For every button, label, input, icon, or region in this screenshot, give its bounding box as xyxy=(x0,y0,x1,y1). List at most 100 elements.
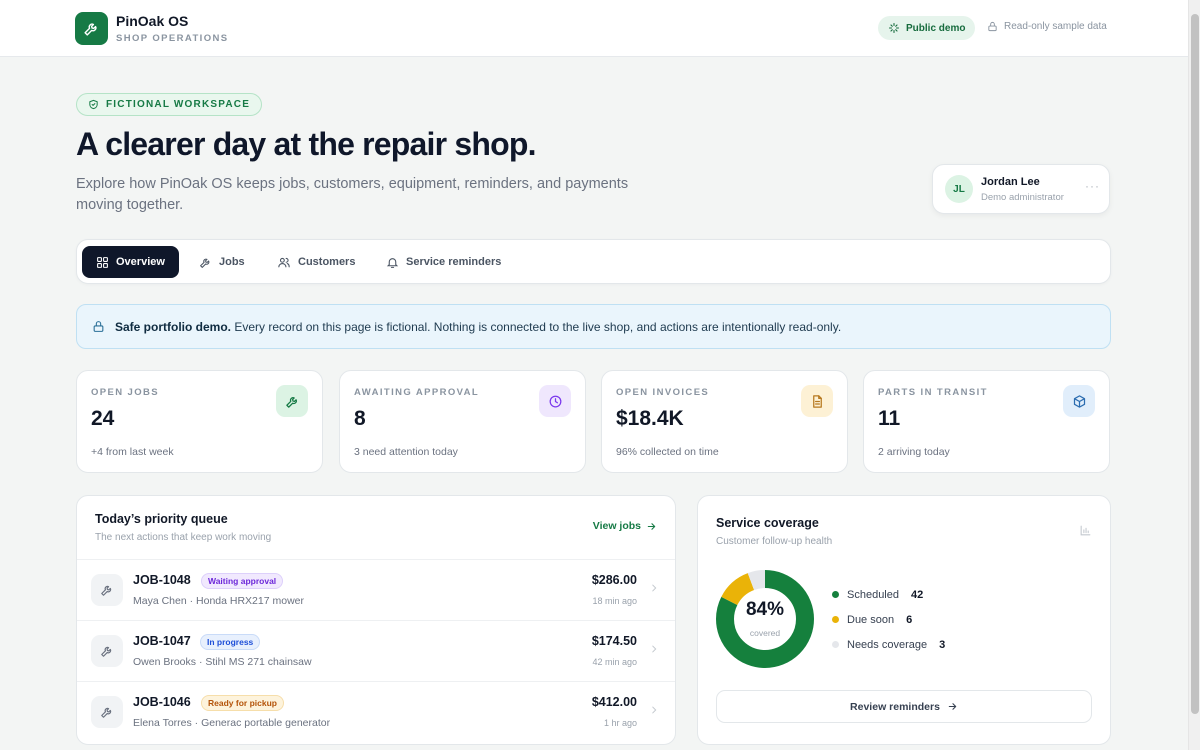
chevron-right-icon xyxy=(652,584,657,592)
queue-title: Today’s priority queue xyxy=(95,512,228,526)
table-row[interactable]: JOB-1048 Waiting approval Maya Chen · Ho… xyxy=(77,559,675,620)
coverage-caption: covered xyxy=(749,628,781,638)
stat-icon-container xyxy=(539,385,571,417)
page-subtitle: Explore how PinOak OS keeps jobs, custom… xyxy=(76,176,629,213)
document-icon xyxy=(812,394,822,408)
stat-note: 3 need attention today xyxy=(354,446,458,458)
demo-notice-banner: Safe portfolio demo. Every record on thi… xyxy=(76,304,1111,349)
job-amount: $174.50 xyxy=(591,634,637,648)
tab-jobs-label: Jobs xyxy=(219,256,245,268)
user-role: Demo administrator xyxy=(981,192,1064,203)
job-id: JOB-1047 xyxy=(133,634,191,648)
user-card[interactable]: JL Jordan Lee Demo administrator ··· xyxy=(932,164,1110,214)
job-time: 42 min ago xyxy=(592,657,637,667)
more-options-icon[interactable]: ··· xyxy=(1085,179,1100,193)
page-scrollbar[interactable] xyxy=(1188,0,1200,750)
arrow-right-icon xyxy=(647,522,656,530)
legend-dot xyxy=(832,616,839,623)
tab-overview[interactable]: Overview xyxy=(82,246,179,278)
job-id: JOB-1048 xyxy=(133,573,191,587)
stat-icon-container xyxy=(1063,385,1095,417)
stat-value: 24 xyxy=(91,407,115,430)
stat-card-open-jobs[interactable]: OPEN JOBS 24 +4 from last week xyxy=(76,370,323,473)
sparkle-icon xyxy=(888,22,900,34)
page-title: A clearer day at the repair shop. xyxy=(76,126,537,162)
grid-icon xyxy=(97,256,108,268)
tab-service-reminders[interactable]: Service reminders xyxy=(372,246,515,278)
package-icon xyxy=(1073,394,1085,408)
legend-dot xyxy=(832,641,839,648)
legend-count: 3 xyxy=(939,638,946,651)
legend-label: Scheduled xyxy=(847,588,899,601)
status-badge: In progress xyxy=(200,634,261,650)
queue-subtitle: The next actions that keep work moving xyxy=(95,532,272,543)
job-description: Elena Torres · Generac portable generato… xyxy=(133,717,331,729)
view-jobs-label: View jobs xyxy=(592,520,641,532)
table-row[interactable]: JOB-1046 Ready for pickup Elena Torres ·… xyxy=(77,681,675,742)
stat-label: AWAITING APPROVAL xyxy=(354,387,480,398)
notice-body: Every record on this page is fictional. … xyxy=(234,319,842,334)
coverage-subtitle: Customer follow-up health xyxy=(716,536,833,547)
chevron-right-icon xyxy=(652,706,657,714)
stat-value: 11 xyxy=(878,407,901,430)
job-amount: $286.00 xyxy=(591,573,637,587)
legend-count: 6 xyxy=(906,613,913,626)
job-description: Maya Chen · Honda HRX217 mower xyxy=(133,595,304,607)
user-name: Jordan Lee xyxy=(981,176,1040,188)
bar-chart-icon[interactable] xyxy=(1079,524,1092,537)
stat-card-awaiting-approval[interactable]: AWAITING APPROVAL 8 3 need attention tod… xyxy=(339,370,586,473)
public-demo-label: Public demo xyxy=(906,22,966,34)
chevron-right-icon xyxy=(652,645,657,653)
stat-note: 96% collected on time xyxy=(616,446,719,458)
brand-subtitle: SHOP OPERATIONS xyxy=(116,33,229,44)
wrench-icon xyxy=(101,646,112,657)
review-reminders-button[interactable]: Review reminders xyxy=(716,690,1092,723)
stat-note: 2 arriving today xyxy=(878,446,950,458)
tab-customers-label: Customers xyxy=(298,256,356,268)
job-time: 1 hr ago xyxy=(603,718,637,728)
scrollbar-thumb[interactable] xyxy=(1191,14,1199,714)
clock-icon xyxy=(549,395,561,407)
legend-count: 42 xyxy=(911,588,924,601)
read-only-indicator: Read-only sample data xyxy=(987,21,1107,32)
read-only-label: Read-only sample data xyxy=(1004,21,1107,32)
job-description: Owen Brooks · Stihl MS 271 chainsaw xyxy=(133,656,312,668)
table-row[interactable]: JOB-1047 In progress Owen Brooks · Stihl… xyxy=(77,620,675,681)
legend-label: Due soon xyxy=(847,613,895,626)
tab-service-reminders-label: Service reminders xyxy=(406,256,502,268)
tab-bar: Overview Jobs Customers Service reminder… xyxy=(76,239,1111,284)
fictional-workspace-badge: FICTIONAL WORKSPACE xyxy=(76,93,263,116)
job-time: 18 min ago xyxy=(592,596,637,606)
tab-jobs[interactable]: Jobs xyxy=(185,246,259,278)
lock-icon xyxy=(93,321,104,332)
stat-label: PARTS IN TRANSIT xyxy=(878,387,988,398)
row-icon-container xyxy=(91,574,123,606)
stat-label: OPEN INVOICES xyxy=(616,387,710,398)
tab-overview-label: Overview xyxy=(116,256,165,268)
legend-item-needs-coverage: Needs coverage 3 xyxy=(832,632,945,657)
shield-check-icon xyxy=(89,99,98,110)
public-demo-pill: Public demo xyxy=(878,16,976,40)
arrow-right-icon xyxy=(948,703,957,710)
job-id: JOB-1046 xyxy=(133,695,191,709)
service-coverage-panel: Service coverage Customer follow-up heal… xyxy=(697,495,1111,745)
stat-card-open-invoices[interactable]: OPEN INVOICES $18.4K 96% collected on ti… xyxy=(601,370,848,473)
notice-strong: Safe portfolio demo. xyxy=(115,319,232,334)
status-badge: Ready for pickup xyxy=(201,695,284,711)
stat-icon-container xyxy=(801,385,833,417)
coverage-legend: Scheduled 42 Due soon 6 Needs coverage 3 xyxy=(832,582,945,657)
job-amount: $412.00 xyxy=(591,695,637,709)
brand-logo[interactable] xyxy=(75,12,108,45)
stat-label: OPEN JOBS xyxy=(91,387,160,398)
stat-icon-container xyxy=(276,385,308,417)
stat-card-parts-in-transit[interactable]: PARTS IN TRANSIT 11 2 arriving today xyxy=(863,370,1110,473)
view-jobs-link[interactable]: View jobs xyxy=(593,520,657,532)
coverage-percent: 84% xyxy=(745,599,785,620)
wrench-icon xyxy=(101,707,112,718)
stat-value: $18.4K xyxy=(616,407,684,430)
legend-item-due-soon: Due soon 6 xyxy=(832,607,945,632)
notice-text: Safe portfolio demo. Every record on thi… xyxy=(115,320,841,334)
legend-dot xyxy=(832,591,839,598)
row-icon-container xyxy=(91,696,123,728)
tab-customers[interactable]: Customers xyxy=(263,246,369,278)
